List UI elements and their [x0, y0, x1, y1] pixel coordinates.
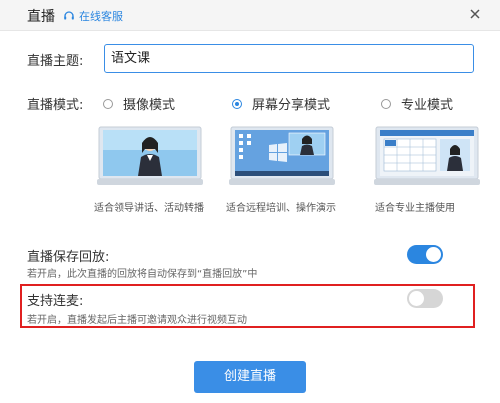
mode-option-screen-share[interactable]: 屏幕分享模式 [232, 94, 330, 113]
toggle-knob [409, 291, 424, 306]
radio-button[interactable] [103, 98, 113, 109]
pro-mode-caption: 适合专业主播使用 [375, 203, 455, 214]
screen-share-mode-illustration[interactable] [227, 125, 337, 187]
camera-mode-caption: 适合领导讲话、活动转播 [94, 203, 204, 214]
close-icon[interactable] [466, 5, 484, 23]
pro-mode-illustration[interactable] [372, 125, 482, 187]
co-host-label: 支持连麦: [27, 294, 84, 309]
radio-button-selected[interactable] [232, 98, 242, 109]
online-service-link[interactable]: 在线客服 [63, 8, 123, 24]
title-bar: 直播 在线客服 [0, 0, 500, 31]
live-dialog: 直播 在线客服 直播主题: 语文课 直播模式: 摄像模式 屏幕分享模式 专业模式 [0, 0, 500, 403]
mode-option-label: 专业模式 [401, 98, 454, 113]
replay-description: 若开启，此次直播的回放将自动保存到“直播回放”中 [27, 269, 258, 280]
screen-share-mode-caption: 适合远程培训、操作演示 [226, 203, 336, 214]
topic-label: 直播主题: [27, 54, 84, 69]
mode-option-camera[interactable]: 摄像模式 [103, 94, 175, 113]
create-live-button[interactable]: 创建直播 [194, 361, 306, 393]
radio-button[interactable] [381, 98, 391, 109]
co-host-description: 若开启，直播发起后主播可邀请观众进行视频互动 [27, 315, 247, 326]
mode-option-pro[interactable]: 专业模式 [381, 94, 453, 113]
mode-option-label: 屏幕分享模式 [252, 98, 331, 113]
topic-input[interactable]: 语文课 [104, 44, 474, 73]
mode-label: 直播模式: [27, 98, 84, 113]
toggle-knob [426, 247, 441, 262]
camera-mode-illustration[interactable] [95, 125, 205, 187]
co-host-toggle[interactable] [407, 289, 443, 308]
dialog-title: 直播 [27, 9, 55, 25]
headset-icon [64, 11, 74, 20]
replay-label: 直播保存回放: [27, 250, 110, 265]
online-service-label: 在线客服 [79, 10, 123, 23]
replay-toggle[interactable] [407, 245, 443, 264]
mode-option-label: 摄像模式 [123, 98, 176, 113]
